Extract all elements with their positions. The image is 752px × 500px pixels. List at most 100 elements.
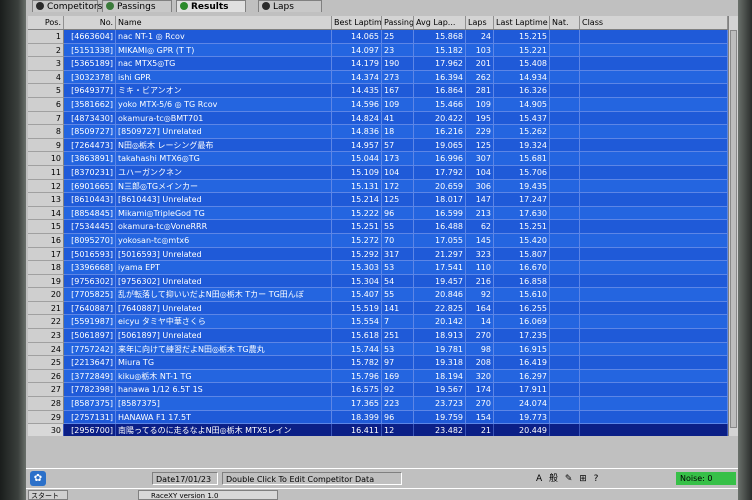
table-row[interactable]: 14 [8854845] Mikami◎TripleGod TG 15.222 96 16… — [28, 206, 728, 221]
cell-pos: 25 — [28, 356, 64, 370]
header-name[interactable]: Name — [116, 16, 332, 29]
tab-results[interactable]: Results — [176, 0, 246, 12]
header-pos[interactable]: Pos. — [28, 16, 64, 29]
cell-best-laptime: 15.044 — [332, 152, 382, 166]
table-row[interactable]: 29 [2757131] HANAWA F1 17.5T 18.399 96 19.759… — [28, 410, 728, 425]
cell-passing: 173 — [382, 152, 414, 166]
table-row[interactable]: 22 [5591987] eicyu タミヤ中華さくら 15.554 7 20.142 14… — [28, 315, 728, 330]
cell-best-laptime: 14.097 — [332, 43, 382, 58]
cell-avg-lap: 16.216 — [414, 125, 466, 139]
table-row[interactable]: 1 [4663604] nac NT-1 ◎ Rcov 14.065 25 15.868 2… — [28, 30, 728, 44]
table-row[interactable]: 3 [5365189] nac MTX5◎TG 14.179 190 17.962 201 1… — [28, 57, 728, 71]
cell-avg-lap: 19.065 — [414, 138, 466, 153]
table-row[interactable]: 18 [3396668] iyama EPT 15.303 53 17.541 110 16.… — [28, 261, 728, 275]
table-row[interactable]: 28 [8587375] [8587375] 17.365 223 23.723 270 24… — [28, 397, 728, 411]
cell-laps: 270 — [466, 397, 494, 411]
cell-best-laptime: 14.824 — [332, 111, 382, 126]
header-last-laptime[interactable]: Last Laptime — [494, 16, 550, 29]
table-row[interactable]: 12 [6901665] N三郎◎TGメインカー 15.131 172 20.659 306… — [28, 179, 728, 194]
cell-best-laptime: 16.575 — [332, 383, 382, 398]
cell-best-laptime: 15.272 — [332, 233, 382, 248]
cell-last-laptime: 16.670 — [494, 261, 550, 275]
table-row[interactable]: 25 [2213647] Miura TG 15.782 97 19.318 208 16.4… — [28, 356, 728, 370]
cell-pos: 3 — [28, 57, 64, 71]
cell-passing: 251 — [382, 329, 414, 343]
cell-passing: 7 — [382, 315, 414, 330]
table-row[interactable]: 11 [8370231] ユハーガンクネン 15.109 104 17.792 104 15.… — [28, 165, 728, 180]
header-best-laptime[interactable]: Best Laptime — [332, 16, 382, 29]
cell-best-laptime: 15.292 — [332, 247, 382, 262]
cell-last-laptime: 19.773 — [494, 410, 550, 425]
header-laps[interactable]: Laps — [466, 16, 494, 29]
cell-passing: 273 — [382, 70, 414, 85]
cell-no: [5061897] — [64, 329, 116, 343]
cell-nat — [550, 369, 580, 384]
header-avg-lap[interactable]: Avg Lap... — [414, 16, 466, 29]
table-row[interactable]: 4 [3032378] ishi GPR 14.374 273 16.394 262 14.9… — [28, 70, 728, 85]
cell-nat — [550, 329, 580, 343]
cell-name: [8587375] — [116, 397, 332, 411]
cell-best-laptime: 14.957 — [332, 138, 382, 153]
cell-class — [580, 247, 728, 262]
cell-no: [4873430] — [64, 111, 116, 126]
passings-tab-icon — [106, 2, 114, 10]
cell-name: HANAWA F1 17.5T — [116, 410, 332, 425]
cell-no: [7705825] — [64, 288, 116, 302]
taskbar: スタート RaceXY version 1.0 — [26, 488, 738, 500]
table-row[interactable]: 23 [5061897] [5061897] Unrelated 15.618 251 1… — [28, 329, 728, 343]
cell-pos: 6 — [28, 97, 64, 112]
cell-last-laptime: 15.420 — [494, 233, 550, 248]
table-row[interactable]: 19 [9756302] [9756302] Unrelated 15.304 54 19… — [28, 274, 728, 289]
cell-laps: 281 — [466, 84, 494, 98]
ime-toolbar[interactable]: A 般 ✎ ⊞ ? — [536, 471, 666, 487]
cell-name: eicyu タミヤ中華さくら — [116, 315, 332, 330]
table-row[interactable]: 6 [3581662] yoko MTX-5/6 ◎ TG Rcov 14.596 10… — [28, 97, 728, 112]
cell-name: N三郎◎TGメインカー — [116, 179, 332, 194]
tab-competitors[interactable]: Competitors — [32, 0, 102, 12]
table-row[interactable]: 10 [3863891] takahashi MTX6◎TG 15.044 173 16.… — [28, 152, 728, 166]
start-button[interactable]: スタート — [28, 490, 68, 500]
header-no[interactable]: No. — [64, 16, 116, 29]
cell-class — [580, 206, 728, 221]
cell-nat — [550, 356, 580, 370]
table-row[interactable]: 20 [7705825] 乱が転落して抑いいだよN田◎栃木 Tカー TG田んぼ 15.… — [28, 288, 728, 302]
cell-name: 乱が転落して抑いいだよN田◎栃木 Tカー TG田んぼ — [116, 288, 332, 302]
table-row[interactable]: 26 [3772849] kiku◎栃木 NT-1 TG 15.796 169 18.19… — [28, 369, 728, 384]
cell-nat — [550, 138, 580, 153]
cell-class — [580, 43, 728, 58]
table-row[interactable]: 13 [8610443] [8610443] Unrelated 15.214 125 1… — [28, 193, 728, 207]
cell-avg-lap: 20.422 — [414, 111, 466, 126]
table-row[interactable]: 16 [8095270] yokosan-tc◎mtx6 15.272 70 17.055… — [28, 233, 728, 248]
cell-laps: 201 — [466, 57, 494, 71]
tab-passings[interactable]: Passings — [102, 0, 172, 12]
table-row[interactable]: 5 [9649377] ミキ・ビアンオン 14.435 167 16.864 281 16.3… — [28, 84, 728, 98]
cell-last-laptime: 14.934 — [494, 70, 550, 85]
table-row[interactable]: 15 [7534445] okamura-tc◎VoneRRR 15.251 55 16.… — [28, 220, 728, 234]
table-row[interactable]: 2 [5151338] MIKAMI◎ GPR (T T) 14.097 23 15.18… — [28, 43, 728, 58]
competitors-tab-icon — [36, 2, 44, 10]
taskbar-app-button[interactable]: RaceXY version 1.0 — [138, 490, 278, 500]
table-row[interactable]: 27 [7782398] hanawa 1/12 6.5T 1S 16.575 92 19… — [28, 383, 728, 398]
cell-laps: 164 — [466, 301, 494, 316]
vertical-scrollbar[interactable] — [728, 16, 738, 436]
table-row[interactable]: 7 [4873430] okamura-tc◎BMT701 14.824 41 20.42… — [28, 111, 728, 126]
cell-name: iyama EPT — [116, 261, 332, 275]
tab-laps[interactable]: Laps — [258, 0, 322, 12]
header-nat[interactable]: Nat. — [550, 16, 580, 29]
table-row[interactable]: 8 [8509727] [8509727] Unrelated 14.836 18 16.… — [28, 125, 728, 139]
table-row[interactable]: 21 [7640887] [7640887] Unrelated 15.519 141 2… — [28, 301, 728, 316]
header-passing[interactable]: Passing — [382, 16, 414, 29]
cell-avg-lap: 16.864 — [414, 84, 466, 98]
results-grid[interactable]: Pos. No. Name Best Laptime Passing Avg L… — [28, 16, 738, 436]
cell-avg-lap: 16.996 — [414, 152, 466, 166]
scrollbar-thumb[interactable] — [730, 30, 737, 428]
cell-best-laptime: 14.374 — [332, 70, 382, 85]
header-class[interactable]: Class — [580, 16, 728, 29]
table-row[interactable]: 9 [7264473] N田◎栃木 レーシング最布 14.957 57 19.065 125… — [28, 138, 728, 153]
table-row[interactable]: 17 [5016593] [5016593] Unrelated 15.292 317 2… — [28, 247, 728, 262]
cell-best-laptime: 15.519 — [332, 301, 382, 316]
table-row[interactable]: 24 [7757242] 来年に向けて練習だよN田◎栃木 TG農丸 15.744 53 1… — [28, 342, 728, 357]
table-row[interactable]: 30 [2956700] 南陽ってるのに走るなよN田◎栃木 MTX5レイン 16.41… — [28, 424, 728, 436]
cell-laps: 216 — [466, 274, 494, 289]
cell-no: [2213647] — [64, 356, 116, 370]
